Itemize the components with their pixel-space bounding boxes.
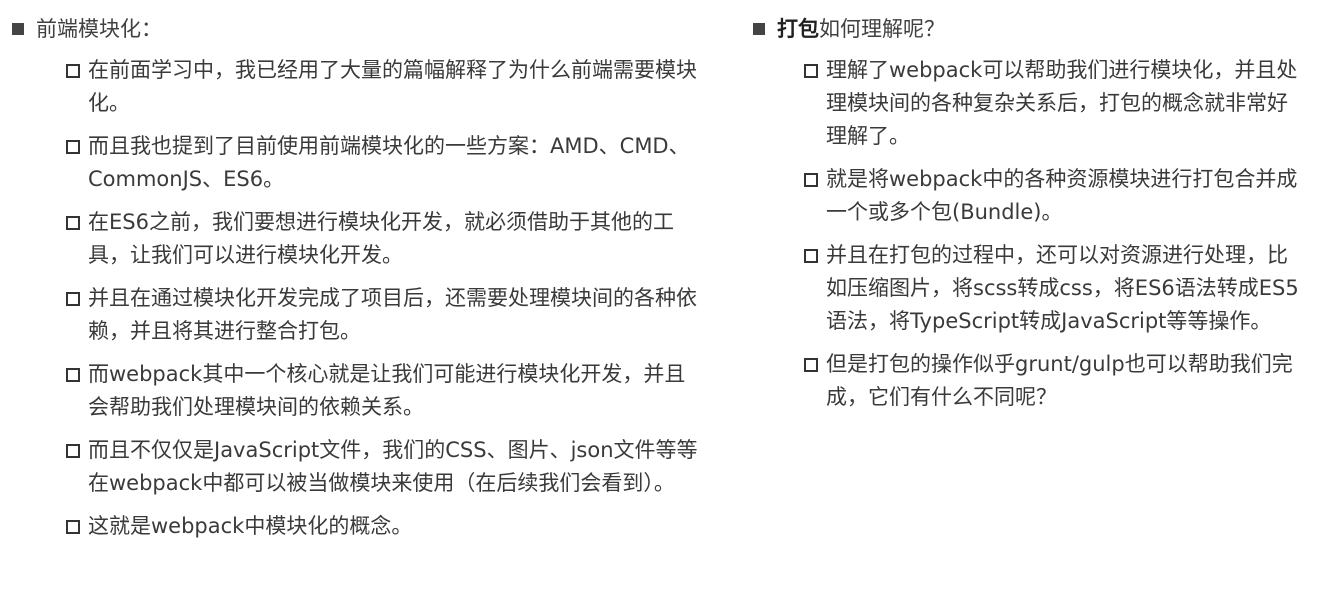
bundling-list: 理解了webpack可以帮助我们进行模块化，并且处理模块间的各种复杂关系后，打包…: [804, 54, 1308, 414]
list-item-text: 但是打包的操作似乎grunt/gulp也可以帮助我们完成，它们有什么不同呢？: [826, 352, 1293, 409]
heading-bold-text: 打包: [777, 17, 819, 41]
list-item: 而webpack其中一个核心就是让我们可能进行模块化开发，并且会帮助我们处理模块…: [66, 358, 702, 424]
hollow-square-bullet-icon: [66, 216, 80, 230]
hollow-square-bullet-icon: [804, 249, 818, 263]
hollow-square-bullet-icon: [66, 368, 80, 382]
list-item-text: 理解了webpack可以帮助我们进行模块化，并且处理模块间的各种复杂关系后，打包…: [826, 58, 1298, 148]
hollow-square-bullet-icon: [66, 140, 80, 154]
section-heading-bundling: 打包 如何理解呢？: [753, 14, 1308, 44]
list-item: 并且在通过模块化开发完成了项目后，还需要处理模块间的各种依赖，并且将其进行整合打…: [66, 282, 702, 348]
list-item: 在前面学习中，我已经用了大量的篇幅解释了为什么前端需要模块化。: [66, 54, 702, 120]
hollow-square-bullet-icon: [66, 64, 80, 78]
list-item-text: 而且不仅仅是JavaScript文件，我们的CSS、图片、json文件等等在we…: [88, 438, 698, 495]
list-item-text: 而webpack其中一个核心就是让我们可能进行模块化开发，并且会帮助我们处理模块…: [88, 362, 686, 419]
list-item-text: 就是将webpack中的各种资源模块进行打包合并成一个或多个包(Bundle)。: [826, 167, 1298, 224]
list-item: 在ES6之前，我们要想进行模块化开发，就必须借助于其他的工具，让我们可以进行模块…: [66, 206, 702, 272]
hollow-square-bullet-icon: [66, 292, 80, 306]
list-item: 并且在打包的过程中，还可以对资源进行处理，比如压缩图片，将scss转成css，将…: [804, 239, 1308, 338]
hollow-square-bullet-icon: [804, 173, 818, 187]
list-item: 这就是webpack中模块化的概念。: [66, 510, 702, 543]
section-heading-modularization: 前端模块化：: [12, 14, 702, 44]
list-item: 就是将webpack中的各种资源模块进行打包合并成一个或多个包(Bundle)。: [804, 163, 1308, 229]
hollow-square-bullet-icon: [66, 444, 80, 458]
list-item: 理解了webpack可以帮助我们进行模块化，并且处理模块间的各种复杂关系后，打包…: [804, 54, 1308, 153]
list-item-text: 在ES6之前，我们要想进行模块化开发，就必须借助于其他的工具，让我们可以进行模块…: [88, 210, 674, 267]
list-item-text: 并且在通过模块化开发完成了项目后，还需要处理模块间的各种依赖，并且将其进行整合打…: [88, 286, 697, 343]
heading-text: 前端模块化：: [36, 17, 162, 41]
list-item: 但是打包的操作似乎grunt/gulp也可以帮助我们完成，它们有什么不同呢？: [804, 348, 1308, 414]
left-column: 前端模块化： 在前面学习中，我已经用了大量的篇幅解释了为什么前端需要模块化。 而…: [12, 14, 702, 553]
hollow-square-bullet-icon: [804, 358, 818, 372]
heading-text: 如何理解呢？: [819, 17, 945, 41]
filled-square-bullet-icon: [753, 23, 765, 35]
hollow-square-bullet-icon: [66, 520, 80, 534]
list-item-text: 并且在打包的过程中，还可以对资源进行处理，比如压缩图片，将scss转成css，将…: [826, 243, 1299, 333]
list-item-text: 而且我也提到了目前使用前端模块化的一些方案：AMD、CMD、CommonJS、E…: [88, 134, 690, 191]
list-item-text: 在前面学习中，我已经用了大量的篇幅解释了为什么前端需要模块化。: [88, 58, 697, 115]
modularization-list: 在前面学习中，我已经用了大量的篇幅解释了为什么前端需要模块化。 而且我也提到了目…: [66, 54, 702, 543]
filled-square-bullet-icon: [12, 23, 24, 35]
right-column: 打包 如何理解呢？ 理解了webpack可以帮助我们进行模块化，并且处理模块间的各…: [753, 14, 1308, 424]
list-item: 而且不仅仅是JavaScript文件，我们的CSS、图片、json文件等等在we…: [66, 434, 702, 500]
list-item: 而且我也提到了目前使用前端模块化的一些方案：AMD、CMD、CommonJS、E…: [66, 130, 702, 196]
list-item-text: 这就是webpack中模块化的概念。: [88, 514, 413, 538]
hollow-square-bullet-icon: [804, 64, 818, 78]
